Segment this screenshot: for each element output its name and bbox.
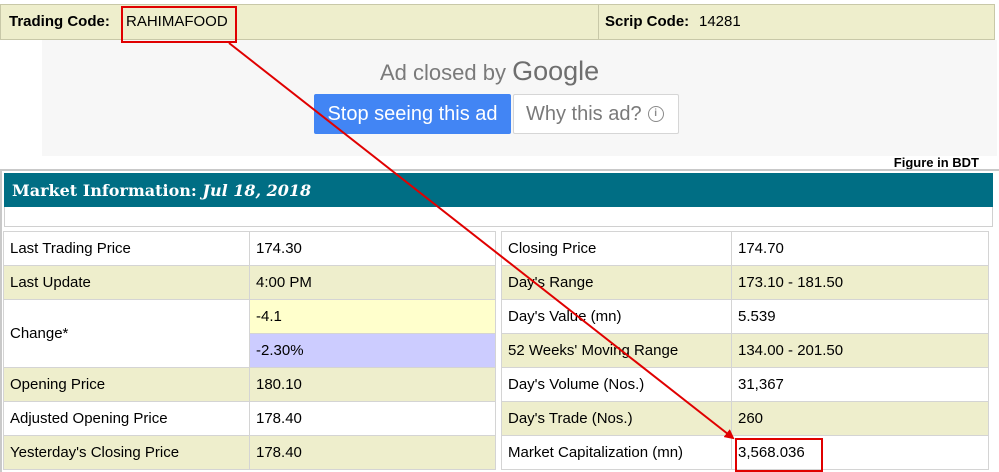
scrip-code-value: 14281 [699,13,741,30]
stop-seeing-ad-button[interactable]: Stop seeing this ad [314,94,511,134]
table-row: Last Update 4:00 PM [3,265,496,300]
closing-price-label: Closing Price [501,231,732,266]
market-info-spacer [4,207,993,227]
change-value: -4.1 [249,299,496,334]
trading-code-highlight-box [121,6,237,43]
right-info-table: Closing Price 174.70 Day's Range 173.10 … [501,231,989,470]
market-info-date: Jul 18, 2018 [202,181,312,200]
market-cap-highlight-box [735,438,823,472]
closing-price-value: 174.70 [731,231,989,266]
figure-note: Figure in BDT [893,155,979,170]
table-row: Closing Price 174.70 [501,231,989,266]
why-this-ad-label: Why this ad? [526,102,642,125]
change-label: Change* [3,299,250,368]
days-volume-label: Day's Volume (Nos.) [501,367,732,402]
days-trade-value: 260 [731,401,989,436]
scrip-code-cell: Scrip Code: 14281 [598,5,994,39]
last-trading-price-value: 174.30 [249,231,496,266]
table-row: Day's Volume (Nos.) 31,367 [501,367,989,402]
market-info-header: Market Information: Jul 18, 2018 [4,173,993,207]
opening-price-value: 180.10 [249,367,496,402]
last-trading-price-label: Last Trading Price [3,231,250,266]
adjusted-opening-price-label: Adjusted Opening Price [3,401,250,436]
table-row: Opening Price 180.10 [3,367,496,402]
yesterday-closing-price-value: 178.40 [249,435,496,470]
change-percent: -2.30% [249,333,496,368]
market-cap-label: Market Capitalization (mn) [501,435,732,470]
days-range-value: 173.10 - 181.50 [731,265,989,300]
days-range-label: Day's Range [501,265,732,300]
table-row: Adjusted Opening Price 178.40 [3,401,496,436]
ad-closed-message: Ad closed by Google [380,56,599,87]
adjusted-opening-price-value: 178.40 [249,401,496,436]
table-row: Yesterday's Closing Price 178.40 [3,435,496,470]
market-info-title: Market Information: [12,181,197,200]
scrip-code-label: Scrip Code: [605,13,690,30]
left-info-table: Last Trading Price 174.30 Last Update 4:… [3,231,496,470]
days-value-value: 5.539 [731,299,989,334]
moving-range-value: 134.00 - 201.50 [731,333,989,368]
trading-code-cell: Trading Code: RAHIMAFOOD [1,5,599,39]
why-this-ad-button[interactable]: Why this ad? i [513,94,679,134]
days-volume-value: 31,367 [731,367,989,402]
ad-closed-text: Ad closed by [380,60,506,85]
days-value-label: Day's Value (mn) [501,299,732,334]
info-icon: i [647,106,664,123]
yesterday-closing-price-label: Yesterday's Closing Price [3,435,250,470]
google-logo-text: Google [512,56,600,86]
table-row: Last Trading Price 174.30 [3,231,496,266]
moving-range-label: 52 Weeks' Moving Range [501,333,732,368]
last-update-value: 4:00 PM [249,265,496,300]
last-update-label: Last Update [3,265,250,300]
days-trade-label: Day's Trade (Nos.) [501,401,732,436]
opening-price-label: Opening Price [3,367,250,402]
table-row: Day's Value (mn) 5.539 [501,299,989,334]
table-row: 52 Weeks' Moving Range 134.00 - 201.50 [501,333,989,368]
table-row: Day's Range 173.10 - 181.50 [501,265,989,300]
table-row: Change* -4.1 [3,299,496,368]
table-row: Day's Trade (Nos.) 260 [501,401,989,436]
trading-code-label: Trading Code: [9,13,110,30]
